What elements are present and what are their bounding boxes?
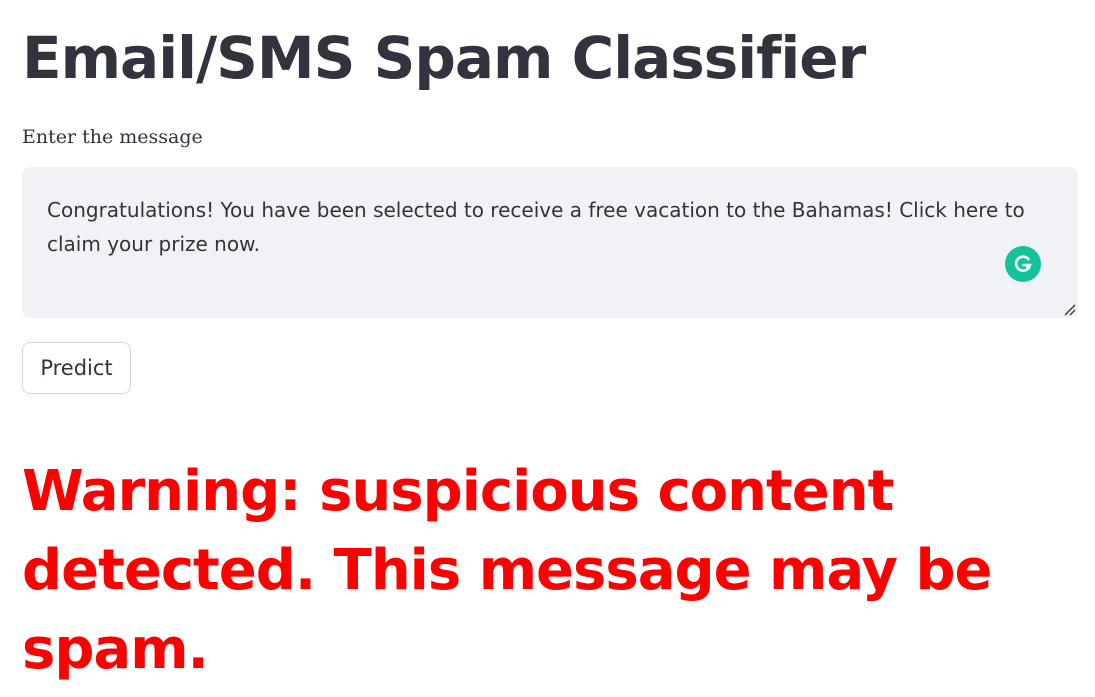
message-label: Enter the message — [22, 126, 203, 148]
message-textarea[interactable]: Congratulations! You have been selected … — [22, 167, 1078, 318]
grammarly-icon[interactable] — [1005, 246, 1041, 282]
resize-handle-icon[interactable] — [1062, 302, 1076, 316]
grammarly-g-glyph — [1014, 255, 1032, 272]
predict-button[interactable]: Predict — [22, 342, 131, 394]
page-title: Email/SMS Spam Classifier — [22, 24, 866, 92]
message-text[interactable]: Congratulations! You have been selected … — [47, 193, 1037, 261]
spam-warning-message: Warning: suspicious content detected. Th… — [22, 459, 993, 682]
